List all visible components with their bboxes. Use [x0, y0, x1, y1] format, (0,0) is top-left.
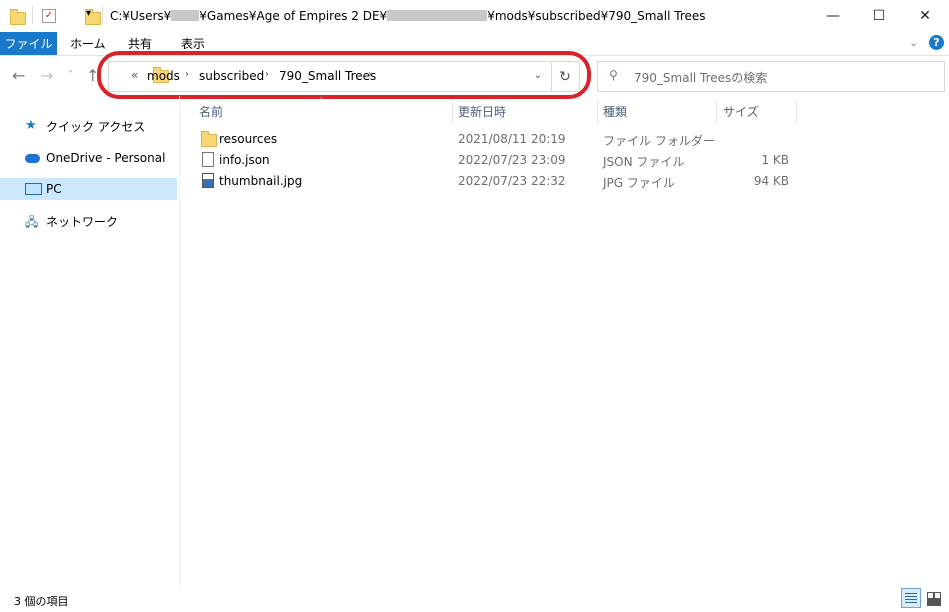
- breadcrumb-chevron-icon[interactable]: ›: [185, 69, 189, 80]
- address-history-dropdown-icon[interactable]: ⌄: [526, 61, 550, 90]
- file-type: ファイル フォルダー: [603, 134, 715, 148]
- column-header-size[interactable]: サイズ: [723, 101, 759, 121]
- file-modified: 2022/07/23 22:32: [458, 174, 566, 188]
- ribbon-expand-chevron-icon[interactable]: ⌄: [909, 36, 918, 49]
- sidebar-item-network[interactable]: 🖧 ネットワーク: [0, 210, 177, 232]
- pane-divider[interactable]: [179, 96, 180, 586]
- file-icon: [202, 152, 214, 167]
- breadcrumb-chevron-icon[interactable]: ›: [368, 69, 372, 80]
- computer-icon: [25, 183, 42, 195]
- forward-arrow-icon[interactable]: →: [40, 66, 53, 85]
- status-item-count: 3 個の項目: [14, 595, 69, 608]
- file-modified: 2021/08/11 20:19: [458, 132, 566, 146]
- table-row[interactable]: info.json 2022/07/23 23:09 JSON ファイル 1 K…: [195, 150, 795, 171]
- column-separator[interactable]: [452, 101, 453, 123]
- table-row[interactable]: thumbnail.jpg 2022/07/23 22:32 JPG ファイル …: [195, 171, 795, 192]
- file-name: thumbnail.jpg: [219, 174, 303, 188]
- sidebar-item-label: クイック アクセス: [46, 119, 146, 134]
- file-modified: 2022/07/23 23:09: [458, 153, 566, 167]
- tab-file[interactable]: ファイル: [0, 32, 57, 55]
- sidebar-item-label: PC: [46, 182, 62, 196]
- up-arrow-icon[interactable]: ↑: [86, 66, 99, 85]
- refresh-icon[interactable]: ↻: [551, 61, 580, 92]
- star-icon: ★: [25, 118, 37, 133]
- breadcrumb-chevron-icon[interactable]: ›: [265, 69, 269, 80]
- network-icon: 🖧: [25, 215, 39, 229]
- sidebar-item-pc[interactable]: PC: [0, 178, 177, 200]
- tab-home[interactable]: ホーム: [70, 32, 106, 55]
- quick-access-toolbar-dropdown-icon[interactable]: ▾: [86, 8, 91, 19]
- sidebar-item-label: ネットワーク: [46, 214, 119, 229]
- help-icon[interactable]: ?: [929, 35, 944, 50]
- file-type: JPG ファイル: [603, 176, 675, 190]
- table-row[interactable]: resources 2021/08/11 20:19 ファイル フォルダー: [195, 129, 795, 150]
- sidebar-item-label: OneDrive - Personal: [46, 151, 166, 165]
- cloud-icon: [25, 154, 40, 163]
- title-path-prefix: C:¥Users¥: [110, 9, 172, 23]
- search-icon: ⚲: [609, 68, 618, 82]
- file-size: 94 KB: [753, 174, 789, 188]
- breadcrumb-subscribed[interactable]: subscribed: [199, 69, 264, 83]
- recent-locations-chevron-icon[interactable]: ˅: [68, 70, 73, 81]
- maximize-button[interactable]: ☐: [856, 0, 902, 32]
- redacted-username: [171, 10, 200, 21]
- column-header-name[interactable]: 名前: [199, 101, 223, 121]
- folder-icon: [201, 131, 217, 147]
- sidebar-item-quick-access[interactable]: ★ クイック アクセス: [0, 115, 177, 137]
- column-separator[interactable]: [716, 101, 717, 123]
- column-separator[interactable]: [796, 101, 797, 123]
- divider: [102, 6, 103, 24]
- properties-check-icon[interactable]: ✓: [42, 9, 56, 23]
- column-header-type[interactable]: 種類: [603, 101, 627, 121]
- search-placeholder: 790_Small Treesの検索: [634, 71, 768, 85]
- details-view-icon[interactable]: [901, 588, 921, 608]
- image-file-icon: [202, 173, 214, 188]
- folder-icon: [10, 9, 26, 25]
- file-name: resources: [219, 132, 278, 146]
- sort-indicator-icon: ^: [318, 96, 325, 105]
- tab-share[interactable]: 共有: [128, 32, 152, 55]
- large-icons-view-icon[interactable]: [923, 588, 943, 608]
- column-separator[interactable]: [597, 101, 598, 123]
- window-title: C:¥Users¥ ¥Games¥Age of Empires 2 DE¥ ¥mod…: [110, 9, 706, 23]
- column-header-modified[interactable]: 更新日時: [458, 101, 506, 121]
- title-path-mid: ¥Games¥Age of Empires 2 DE¥: [199, 9, 388, 23]
- breadcrumb-790-small-trees[interactable]: 790_Small Trees: [279, 69, 376, 83]
- sidebar-item-onedrive[interactable]: OneDrive - Personal: [0, 147, 177, 169]
- file-type: JSON ファイル: [603, 155, 685, 169]
- redacted-path: [387, 10, 488, 21]
- minimize-button[interactable]: —: [810, 0, 856, 32]
- close-button[interactable]: ✕: [902, 0, 948, 32]
- tab-view[interactable]: 表示: [181, 32, 205, 55]
- back-arrow-icon[interactable]: ←: [12, 66, 25, 85]
- divider: [32, 6, 33, 24]
- breadcrumb-overflow-icon[interactable]: «: [131, 68, 138, 82]
- breadcrumb-mods[interactable]: mods: [147, 69, 180, 83]
- file-size: 1 KB: [761, 153, 789, 167]
- title-path-suffix: ¥mods¥subscribed¥790_Small Trees: [487, 9, 706, 23]
- file-name: info.json: [219, 153, 270, 167]
